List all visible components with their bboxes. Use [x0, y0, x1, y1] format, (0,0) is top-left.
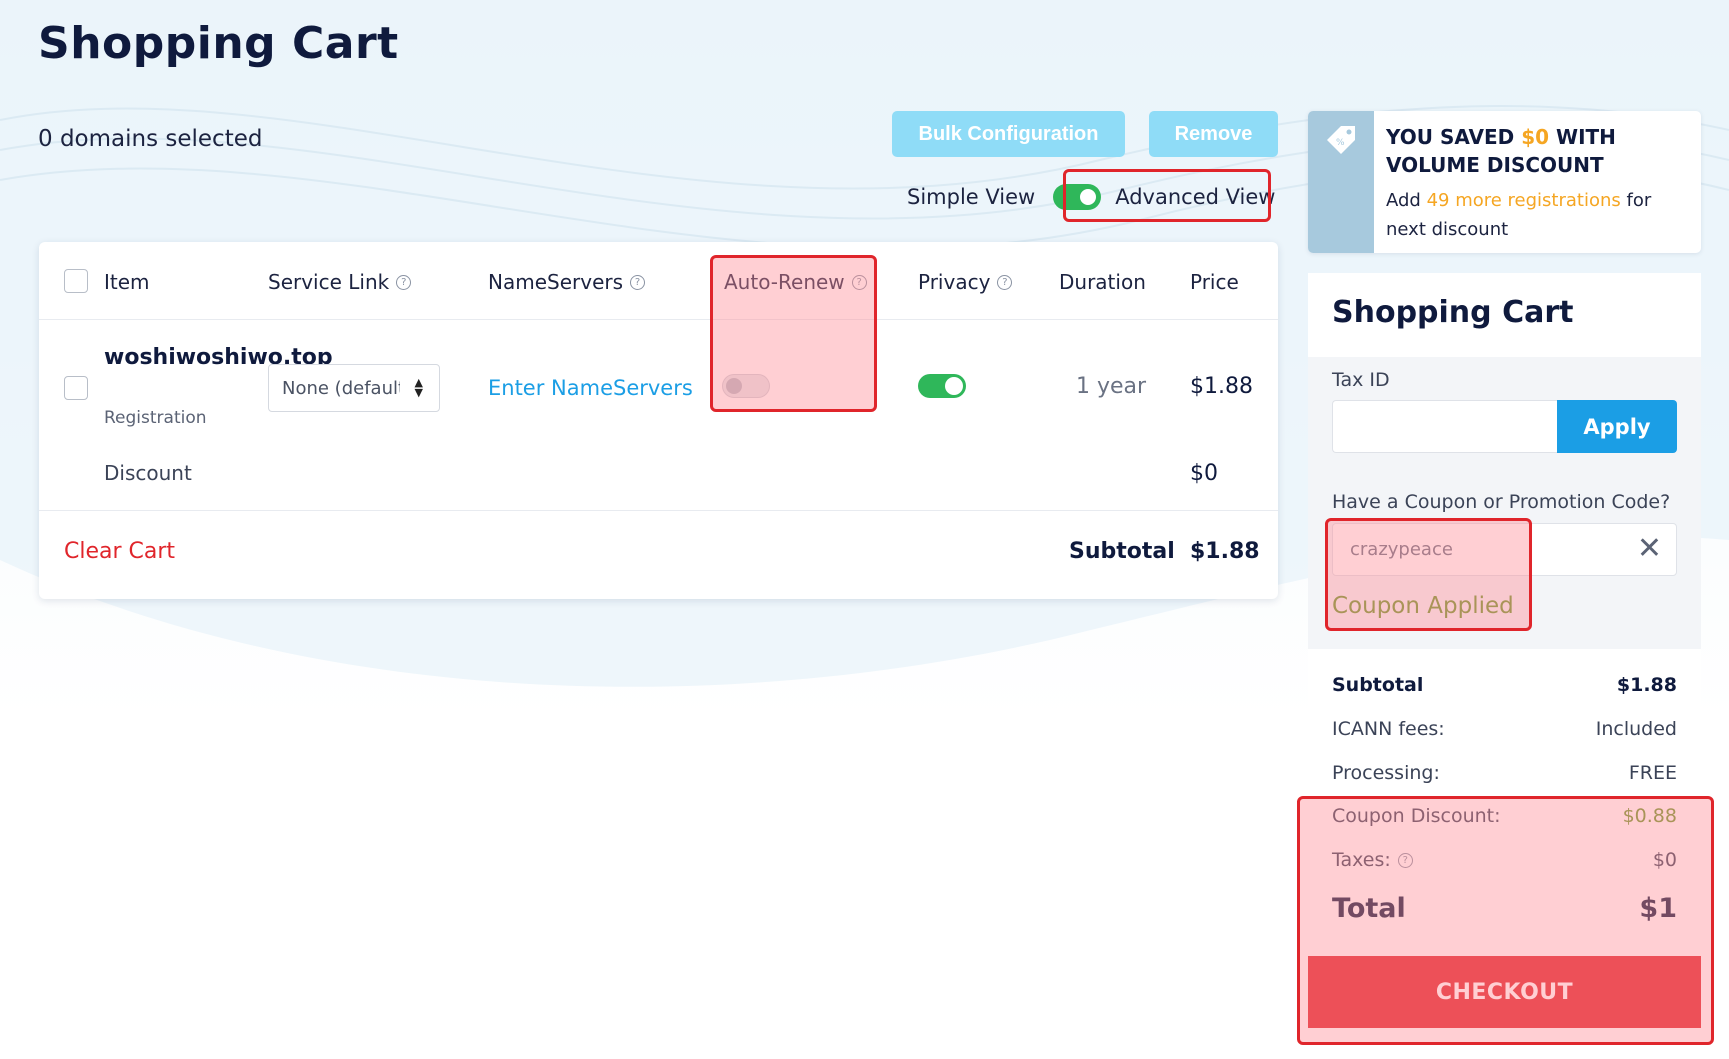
header-price-label: Price	[1190, 270, 1239, 294]
enter-nameservers-link[interactable]: Enter NameServers	[488, 376, 693, 400]
service-link-value: None (default)	[282, 377, 400, 399]
header-price: Price	[1190, 270, 1239, 294]
header-duration: Duration	[1059, 270, 1146, 294]
taxes-label: Taxes:	[1332, 849, 1391, 871]
header-item: Item	[104, 270, 150, 294]
subtotal-label: Subtotal	[1069, 539, 1175, 564]
taxes-label-wrap: Taxes:?	[1332, 849, 1413, 871]
total-label: Total	[1332, 893, 1406, 924]
cart-table: Item Service Link? NameServers? Auto-Ren…	[39, 242, 1278, 599]
help-icon[interactable]: ?	[1397, 852, 1413, 868]
row-divider	[39, 319, 1278, 320]
summary-title: Shopping Cart	[1332, 295, 1574, 330]
summary-subtotal-value: $1.88	[1616, 674, 1677, 696]
subtotal-value: $1.88	[1190, 539, 1260, 564]
row-checkbox[interactable]	[64, 376, 88, 400]
select-all-checkbox[interactable]	[64, 269, 88, 293]
help-icon[interactable]: ?	[997, 274, 1013, 290]
total-value: $1	[1639, 893, 1677, 924]
view-toggle-row: Simple View Advanced View	[907, 180, 1275, 214]
auto-renew-toggle-knob	[726, 378, 742, 394]
summary-subtotal-label: Subtotal	[1332, 674, 1424, 696]
volume-discount-banner: % YOU SAVED $0 WITH VOLUME DISCOUNT Add …	[1308, 111, 1701, 253]
coupon-discount-value: $0.88	[1622, 805, 1677, 827]
summary-coupon-discount-row: Coupon Discount: $0.88	[1332, 805, 1677, 827]
tax-id-input[interactable]	[1332, 400, 1557, 453]
help-icon[interactable]: ?	[630, 274, 646, 290]
view-mode-toggle-knob	[1078, 187, 1099, 207]
icann-label: ICANN fees:	[1332, 718, 1445, 740]
clear-cart-link[interactable]: Clear Cart	[64, 539, 175, 564]
advanced-view-label[interactable]: Advanced View	[1115, 185, 1275, 209]
summary-processing-row: Processing: FREE	[1332, 762, 1677, 784]
remove-button[interactable]: Remove	[1149, 111, 1278, 157]
summary-taxes-row: Taxes:? $0	[1332, 849, 1677, 871]
saved-headline-prefix: YOU SAVED	[1386, 125, 1522, 149]
auto-renew-toggle[interactable]	[722, 374, 770, 398]
coupon-discount-label: Coupon Discount:	[1332, 805, 1501, 827]
header-auto-renew-label: Auto-Renew	[724, 270, 845, 294]
header-auto-renew: Auto-Renew?	[724, 270, 867, 294]
domain-name: woshiwoshiwo.top	[104, 345, 333, 370]
duration-value[interactable]: 1 year	[1076, 374, 1146, 399]
close-icon[interactable]: ✕	[1637, 533, 1662, 565]
checkout-button[interactable]: CHECKOUT	[1308, 956, 1701, 1028]
header-privacy: Privacy?	[918, 270, 1013, 294]
help-icon[interactable]: ?	[851, 274, 867, 290]
bulk-configuration-button[interactable]: Bulk Configuration	[892, 111, 1125, 157]
domain-type: Registration	[104, 408, 207, 428]
header-nameservers-label: NameServers	[488, 270, 624, 294]
tax-coupon-section: Tax ID Apply Have a Coupon or Promotion …	[1308, 357, 1701, 649]
saved-headline: YOU SAVED $0 WITH VOLUME DISCOUNT	[1386, 123, 1686, 179]
processing-label: Processing:	[1332, 762, 1440, 784]
header-privacy-label: Privacy	[918, 270, 991, 294]
apply-tax-button[interactable]: Apply	[1557, 400, 1677, 453]
tax-id-label: Tax ID	[1332, 369, 1390, 391]
header-service-link-label: Service Link	[268, 270, 390, 294]
header-service-link: Service Link?	[268, 270, 412, 294]
saved-amount: $0	[1521, 125, 1550, 149]
saved-subtext: Add 49 more registrations for next disco…	[1386, 186, 1686, 244]
header-nameservers: NameServers?	[488, 270, 646, 294]
processing-value: FREE	[1628, 762, 1677, 784]
privacy-toggle[interactable]	[918, 374, 966, 398]
coupon-label: Have a Coupon or Promotion Code?	[1332, 491, 1671, 513]
coupon-value: crazypeace	[1350, 539, 1453, 560]
help-icon[interactable]: ?	[396, 274, 412, 290]
coupon-input[interactable]: crazypeace ✕	[1332, 523, 1677, 576]
page-title: Shopping Cart	[38, 18, 399, 69]
simple-view-label[interactable]: Simple View	[907, 185, 1035, 209]
discount-label: Discount	[104, 461, 192, 485]
tag-icon: %	[1327, 126, 1355, 154]
order-summary-panel: Shopping Cart Tax ID Apply Have a Coupon…	[1308, 273, 1701, 1035]
selected-count: 0 domains selected	[38, 126, 263, 152]
privacy-toggle-knob	[945, 377, 963, 395]
price-value: $1.88	[1190, 374, 1253, 399]
taxes-value: $0	[1652, 849, 1677, 871]
registrations-needed: 49 more registrations	[1426, 190, 1621, 211]
icann-value: Included	[1595, 718, 1677, 740]
view-mode-toggle[interactable]	[1053, 184, 1102, 210]
row-divider	[39, 510, 1278, 511]
summary-total-row: Total $1	[1332, 893, 1677, 924]
service-link-select[interactable]: None (default) ▲ ▼	[268, 364, 440, 412]
summary-icann-row: ICANN fees: Included	[1332, 718, 1677, 740]
svg-text:%: %	[1336, 138, 1345, 148]
header-item-label: Item	[104, 270, 150, 294]
coupon-status: Coupon Applied	[1332, 593, 1514, 619]
saved-sub-prefix: Add	[1386, 190, 1427, 211]
select-arrows-icon: ▲ ▼	[414, 376, 423, 399]
summary-subtotal-row: Subtotal $1.88	[1332, 674, 1677, 696]
header-duration-label: Duration	[1059, 270, 1146, 294]
discount-value: $0	[1190, 461, 1218, 486]
